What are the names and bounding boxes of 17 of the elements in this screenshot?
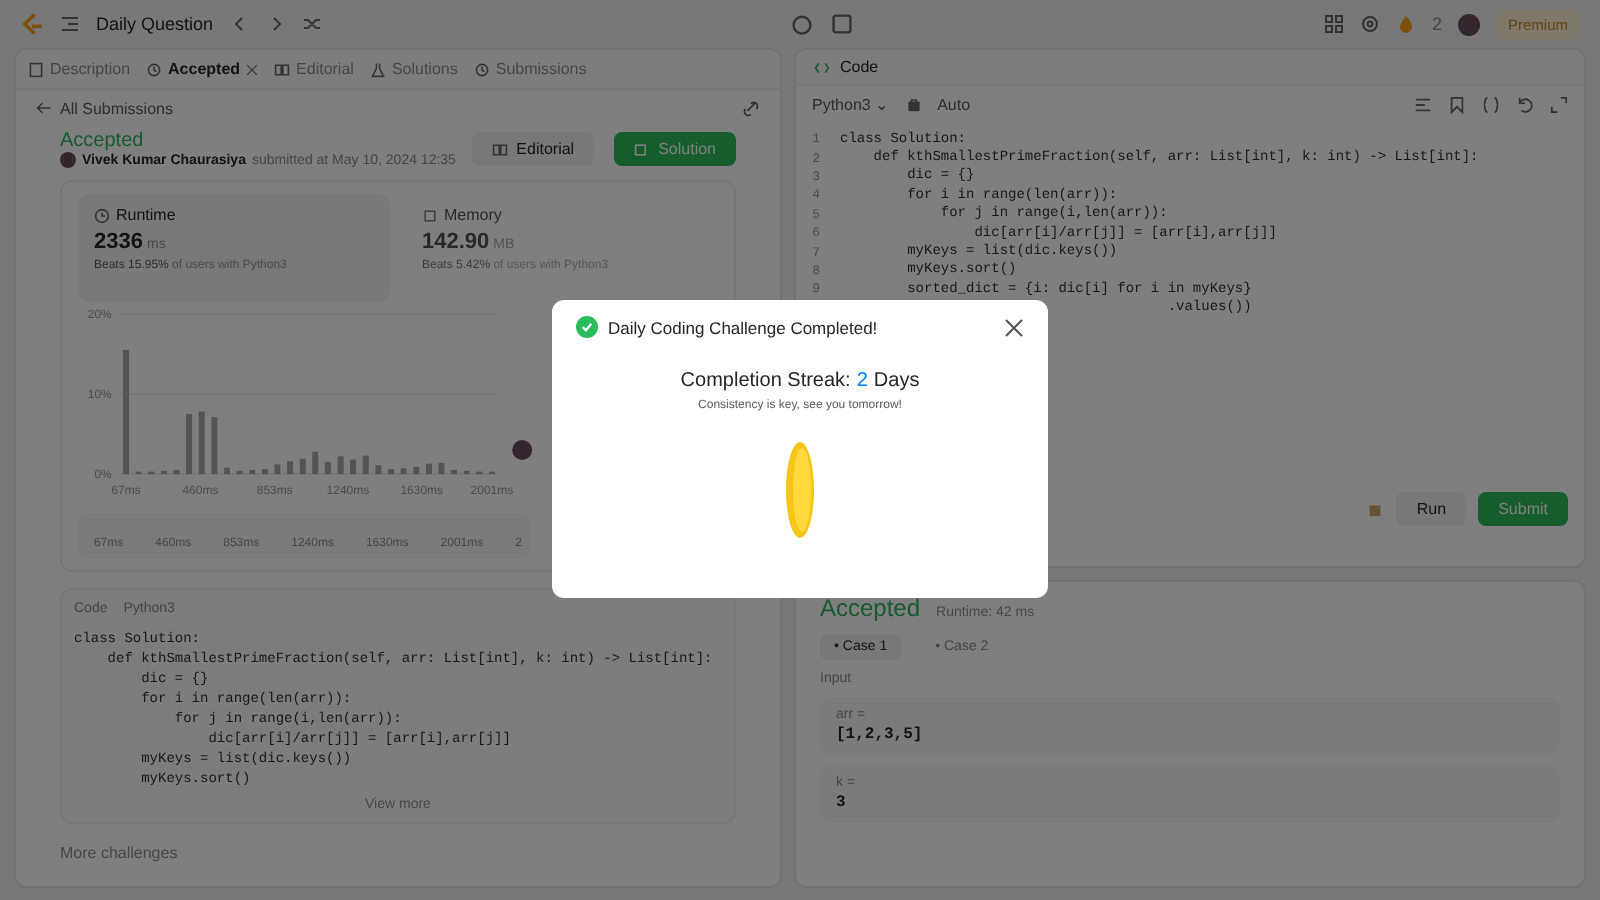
language-dropdown[interactable]: Python3 ⌄ — [812, 95, 890, 113]
status-text: Accepted — [60, 130, 146, 152]
status-text: Accepted — [820, 594, 921, 622]
streak-text: Completion Streak: 2 Days — [680, 370, 920, 392]
submit-button[interactable]: Submit — [1478, 492, 1568, 526]
section-heading: More challenges — [58, 842, 180, 866]
modal-title: Daily Coding Challenge Completed! — [608, 317, 878, 337]
page-title[interactable]: Daily Question — [96, 14, 214, 34]
mode-label: Auto — [937, 95, 971, 113]
editorial-button[interactable]: Editorial — [472, 132, 595, 166]
panel-title: Code — [840, 58, 879, 76]
stat-label: Memory — [444, 206, 502, 224]
stat-label: Runtime — [116, 206, 176, 224]
back-link[interactable]: All Submissions — [60, 99, 173, 117]
run-button[interactable]: Run — [1396, 492, 1467, 526]
panel-tab[interactable]: Accepted — [146, 60, 259, 78]
solution-button[interactable]: Solution — [614, 132, 736, 166]
